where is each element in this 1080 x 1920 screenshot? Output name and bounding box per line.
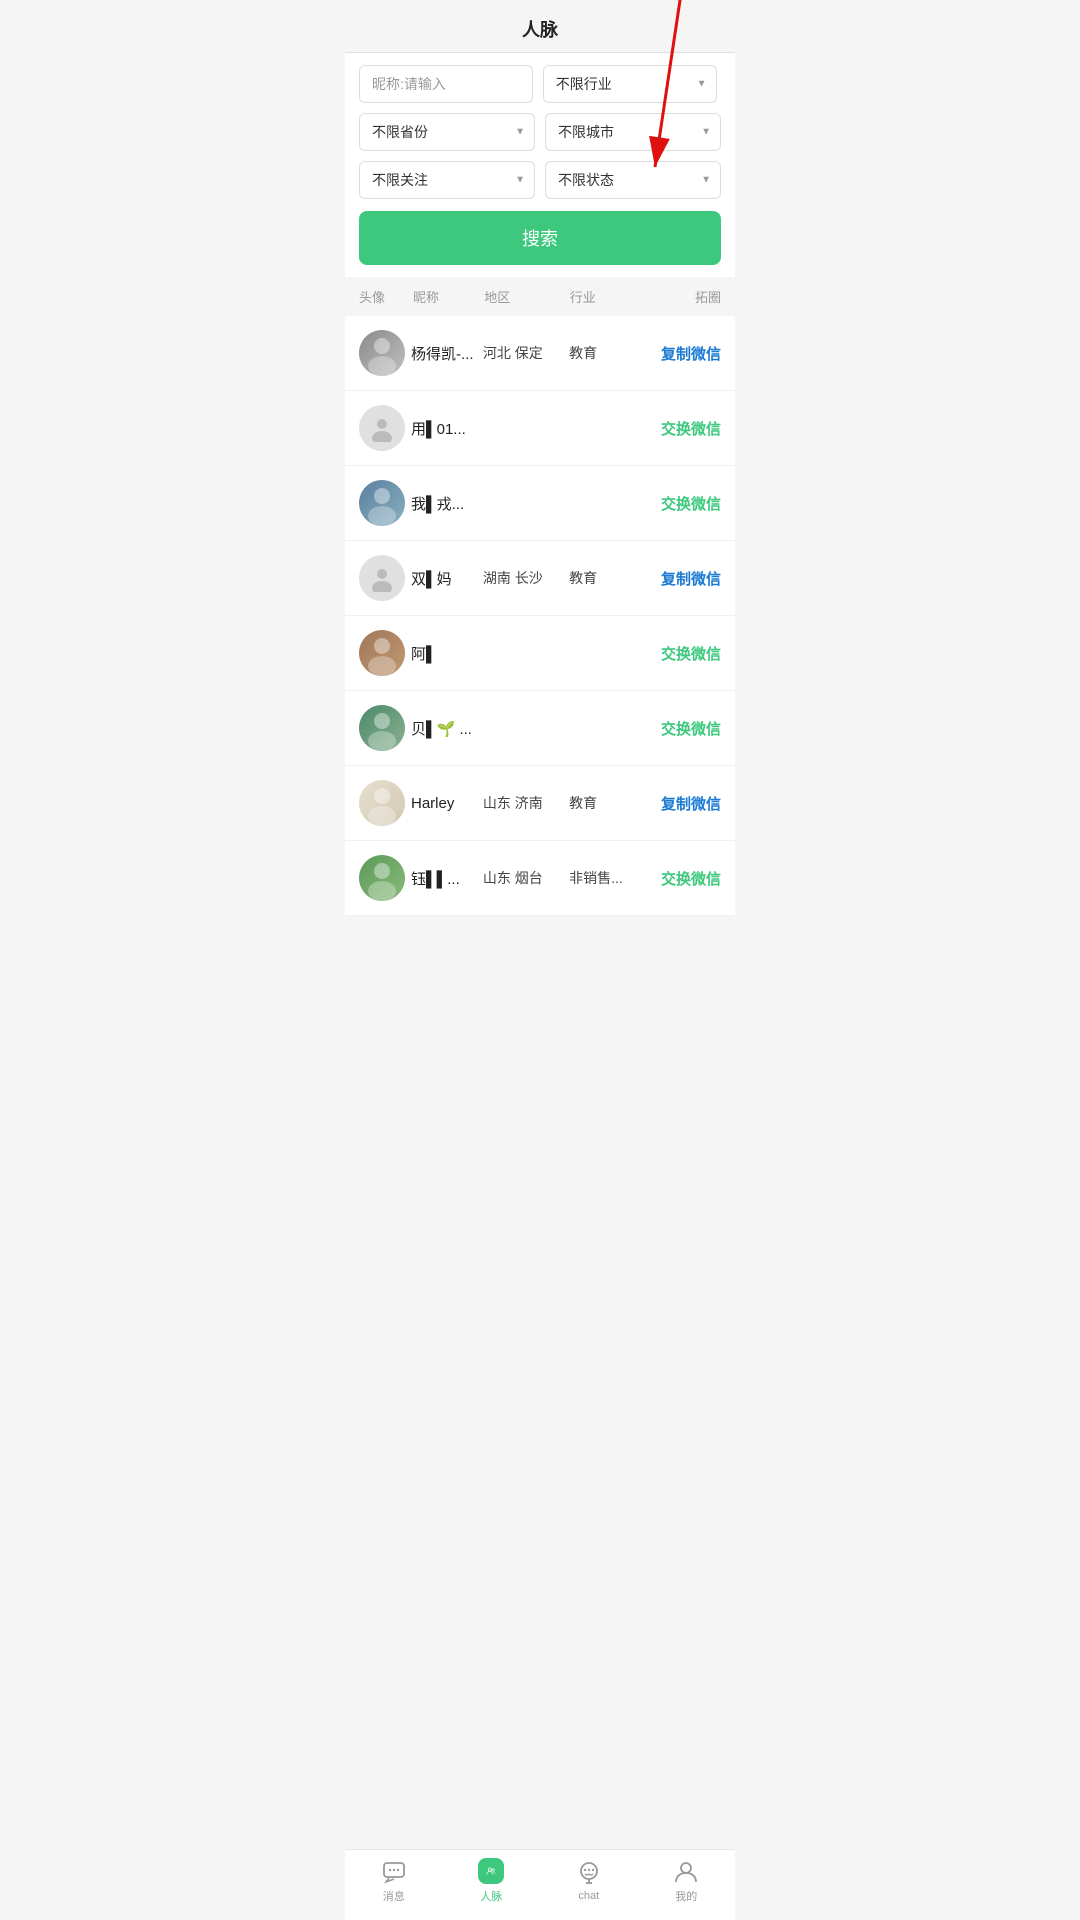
province-select[interactable]: 不限省份 [359, 113, 535, 151]
user-name: 阿▌ [405, 643, 483, 664]
table-row: 钰▌▌... 山东 烟台 非销售... 交换微信 [345, 841, 735, 916]
user-name: 钰▌▌... [405, 868, 483, 889]
city-select[interactable]: 不限城市 [545, 113, 721, 151]
avatar [359, 555, 405, 601]
table-row: 杨得凯-... 河北 保定 教育 复制微信 [345, 316, 735, 391]
avatar [359, 705, 405, 751]
table-row: 阿▌ 交换微信 [345, 616, 735, 691]
col-header-region: 地区 [484, 287, 570, 306]
avatar [359, 480, 405, 526]
search-button[interactable]: 搜索 [359, 211, 721, 265]
user-name: 杨得凯-... [405, 343, 483, 364]
contacts-icon [478, 1858, 504, 1884]
user-region: 湖南 长沙 [483, 568, 569, 588]
action-button[interactable]: 复制微信 [641, 568, 721, 589]
table-row: 贝▌🌱 ... 交换微信 [345, 691, 735, 766]
avatar [359, 780, 405, 826]
user-name: 双▌妈 [405, 568, 483, 589]
filter-row-1: 不限行业 [359, 65, 721, 103]
profile-icon [673, 1858, 699, 1884]
table-row: 我▌戎... 交换微信 [345, 466, 735, 541]
nav-item-chat[interactable]: chat [540, 1860, 638, 1902]
nav-label-messages: 消息 [383, 1888, 405, 1904]
nav-item-profile[interactable]: 我的 [638, 1858, 736, 1904]
action-button[interactable]: 交换微信 [641, 643, 721, 664]
avatar [359, 330, 405, 376]
nickname-input[interactable] [359, 65, 533, 103]
chat-icon [576, 1860, 602, 1886]
col-header-name: 昵称 [413, 287, 484, 306]
user-name: 贝▌🌱 ... [405, 718, 483, 739]
user-industry: 教育 [569, 793, 641, 813]
user-region: 河北 保定 [483, 343, 569, 363]
bottom-nav: 消息 人脉 chat [345, 1849, 735, 1920]
nav-label-contacts: 人脉 [480, 1888, 502, 1904]
table-row: 双▌妈 湖南 长沙 教育 复制微信 [345, 541, 735, 616]
user-industry: 教育 [569, 343, 641, 363]
avatar [359, 855, 405, 901]
user-name: 我▌戎... [405, 493, 483, 514]
filter-row-3: 不限关注 不限状态 [359, 161, 721, 199]
action-button[interactable]: 复制微信 [641, 793, 721, 814]
wechat-select-wrapper: 不限状态 [545, 161, 721, 199]
filter-row-2: 不限省份 不限城市 [359, 113, 721, 151]
user-industry: 教育 [569, 568, 641, 588]
col-header-industry: 行业 [570, 287, 641, 306]
user-name: 用▌01... [405, 418, 483, 439]
wechat-select[interactable]: 不限状态 [545, 161, 721, 199]
nav-item-contacts[interactable]: 人脉 [443, 1858, 541, 1904]
nav-label-chat: chat [578, 1890, 599, 1902]
action-button[interactable]: 交换微信 [641, 718, 721, 739]
action-button[interactable]: 交换微信 [641, 418, 721, 439]
page-title: 人脉 [345, 0, 735, 53]
avatar [359, 630, 405, 676]
follow-select-wrapper: 不限关注 [359, 161, 535, 199]
table-header: 头像 昵称 地区 行业 拓圈 [345, 277, 735, 316]
user-region: 山东 烟台 [483, 868, 569, 888]
city-select-wrapper: 不限城市 [545, 113, 721, 151]
industry-select-wrapper: 不限行业 [543, 65, 717, 103]
action-button[interactable]: 交换微信 [641, 493, 721, 514]
industry-select[interactable]: 不限行业 [543, 65, 717, 103]
user-list: 杨得凯-... 河北 保定 教育 复制微信 用▌01... 交换微信 我▌戎..… [345, 316, 735, 916]
action-button[interactable]: 复制微信 [641, 343, 721, 364]
messages-icon [381, 1858, 407, 1884]
table-row: Harley 山东 济南 教育 复制微信 [345, 766, 735, 841]
action-button[interactable]: 交换微信 [641, 868, 721, 889]
avatar [359, 405, 405, 451]
col-header-avatar: 头像 [359, 287, 413, 306]
nav-item-messages[interactable]: 消息 [345, 1858, 443, 1904]
user-industry: 非销售... [569, 868, 641, 888]
user-name: Harley [405, 795, 483, 812]
col-header-action: 拓圈 [641, 287, 721, 306]
province-select-wrapper: 不限省份 [359, 113, 535, 151]
table-row: 用▌01... 交换微信 [345, 391, 735, 466]
user-region: 山东 济南 [483, 793, 569, 813]
follow-select[interactable]: 不限关注 [359, 161, 535, 199]
filter-section: 不限行业 不限省份 不限城市 不限关注 [345, 53, 735, 277]
nav-label-profile: 我的 [675, 1888, 697, 1904]
